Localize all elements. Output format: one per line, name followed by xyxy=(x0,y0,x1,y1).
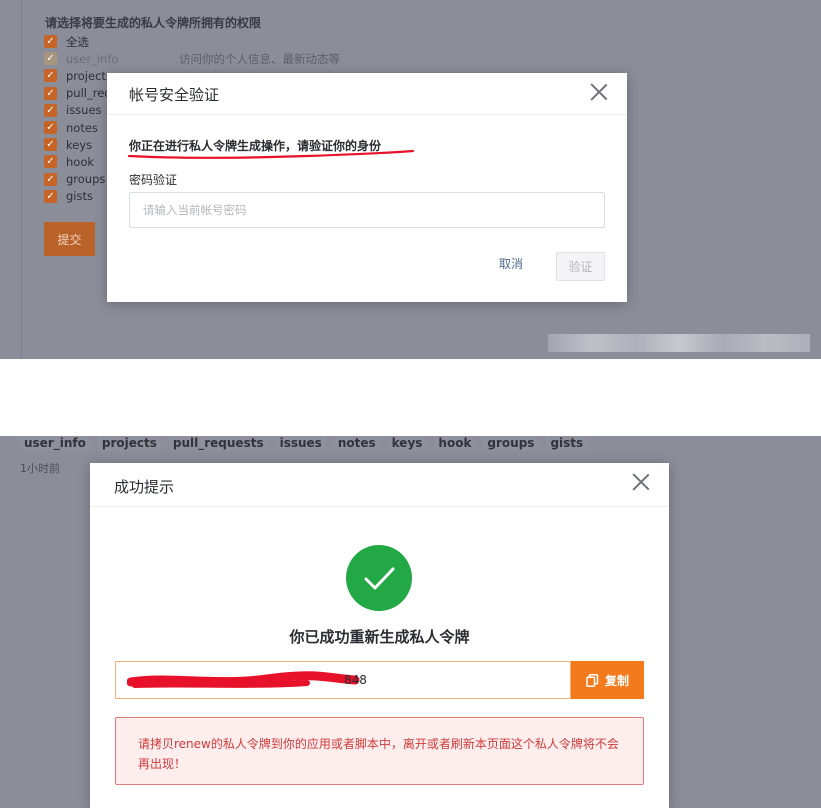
copy-icon xyxy=(586,673,599,687)
check-icon: ✓ xyxy=(44,52,57,66)
copy-button-label: 复制 xyxy=(604,673,629,688)
close-icon[interactable] xyxy=(631,472,651,492)
check-icon[interactable]: ✓ xyxy=(44,69,57,83)
token-text: 848 xyxy=(344,673,367,687)
permission-tag: notes xyxy=(333,436,380,451)
dialog-header: 帐号安全验证 xyxy=(107,73,627,115)
cancel-button[interactable]: 取消 xyxy=(499,255,523,272)
permission-tag: keys xyxy=(387,436,427,451)
permission-tag: projects xyxy=(97,436,161,451)
dialog-header: 成功提示 xyxy=(90,463,669,507)
success-dialog: 成功提示 你已成功重新生成私人令牌 848 复制 请拷贝renew的私人令牌到你… xyxy=(90,463,669,808)
permission-tag: gists xyxy=(546,436,588,451)
permission-label: user_info xyxy=(66,51,119,66)
red-annotation-underline xyxy=(127,149,415,159)
submit-button[interactable]: 提交 xyxy=(44,222,95,256)
check-icon[interactable]: ✓ xyxy=(44,172,57,186)
permission-tag: hook xyxy=(434,436,476,451)
red-redaction-scribble xyxy=(127,671,360,688)
permission-label: 全选 xyxy=(66,34,89,49)
password-label: 密码验证 xyxy=(129,173,178,187)
timestamp: 1小时前 xyxy=(20,462,60,475)
verify-screenshot-panel: 请选择将要生成的私人令牌所拥有的权限 ✓ 全选 ✓ user_info 访问你的… xyxy=(0,0,821,359)
warning-message: 请拷贝renew的私人令牌到你的应用或者脚本中，离开或者刷新本页面这个私人令牌将… xyxy=(115,717,644,785)
permission-row-select-all[interactable]: ✓ 全选 xyxy=(44,33,166,50)
check-icon[interactable]: ✓ xyxy=(44,155,57,169)
permission-tag-row: user_info projects pull_requests issues … xyxy=(20,436,588,451)
check-icon[interactable]: ✓ xyxy=(44,86,57,100)
permission-tag: user_info xyxy=(20,436,90,451)
verify-button[interactable]: 验证 xyxy=(556,252,605,281)
success-screenshot-panel: user_info projects pull_requests issues … xyxy=(0,436,821,808)
checkmark-circle-icon xyxy=(346,545,412,611)
close-icon[interactable] xyxy=(589,82,609,102)
dialog-title: 成功提示 xyxy=(114,478,175,496)
success-heading: 你已成功重新生成私人令牌 xyxy=(289,628,470,646)
blurred-region xyxy=(548,334,810,352)
check-icon[interactable]: ✓ xyxy=(44,138,57,152)
permission-tag: groups xyxy=(483,436,539,451)
permission-description: 访问你的个人信息、最新动态等 xyxy=(179,51,340,66)
dialog-title: 帐号安全验证 xyxy=(129,86,220,104)
permission-tag: issues xyxy=(275,436,326,451)
check-icon[interactable]: ✓ xyxy=(44,103,57,117)
permissions-title: 请选择将要生成的私人令牌所拥有的权限 xyxy=(45,16,262,30)
account-verify-dialog: 帐号安全验证 你正在进行私人令牌生成操作，请验证你的身份 密码验证 取消 验证 xyxy=(107,73,627,302)
check-icon[interactable]: ✓ xyxy=(44,35,57,49)
page-side-divider xyxy=(21,0,22,359)
token-field[interactable]: 848 xyxy=(115,661,571,699)
copy-button[interactable]: 复制 xyxy=(571,661,644,699)
check-icon[interactable]: ✓ xyxy=(44,121,57,135)
password-input[interactable] xyxy=(129,192,605,228)
permission-row-user-info: ✓ user_info 访问你的个人信息、最新动态等 xyxy=(44,50,340,67)
check-icon[interactable]: ✓ xyxy=(44,189,57,203)
permission-tag: pull_requests xyxy=(168,436,268,451)
